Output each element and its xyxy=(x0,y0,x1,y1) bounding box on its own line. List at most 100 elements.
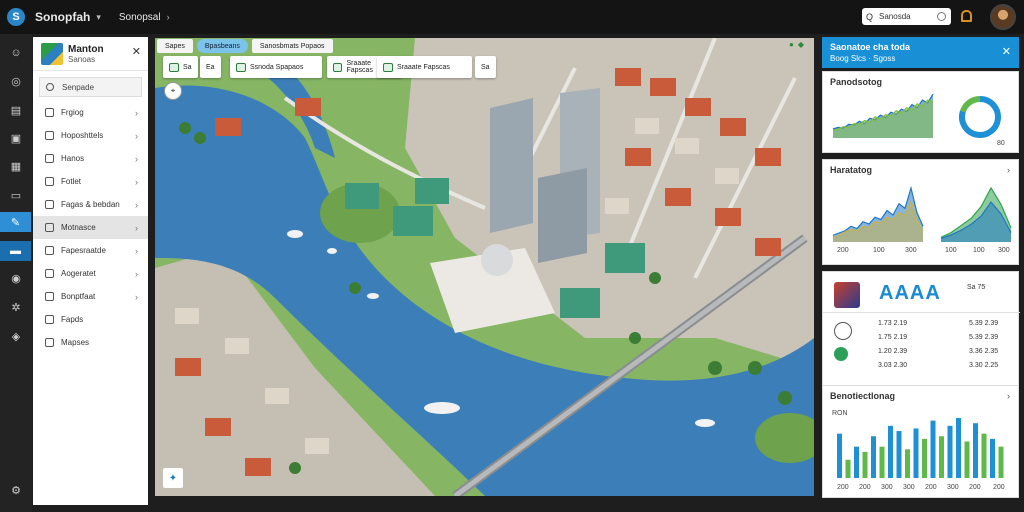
side-header: Manton Sanoas ✕ xyxy=(33,37,148,71)
tag-icon xyxy=(383,62,393,72)
close-icon[interactable]: ✕ xyxy=(1002,45,1011,58)
tab-sapes[interactable]: Sapes xyxy=(157,39,193,53)
toolbar-button-2[interactable]: Ea xyxy=(200,56,221,78)
divider xyxy=(823,312,1020,313)
gear-icon[interactable]: ✲ xyxy=(5,297,27,317)
sidebar-item-label: Bonptfaat xyxy=(61,292,96,301)
sidebar-item[interactable]: Aogeratet › xyxy=(33,262,148,285)
map-icon[interactable]: ✎ xyxy=(0,212,31,232)
sidebar-item[interactable]: Fapds xyxy=(33,308,148,331)
grid-icon xyxy=(333,62,343,72)
sidebar-item-label: Fagas & bebdan xyxy=(61,200,120,209)
hotel-icon xyxy=(45,131,54,140)
sidebar-item-active[interactable]: Motnasce › xyxy=(33,216,148,239)
bar xyxy=(871,436,876,478)
tick-label: 200 xyxy=(859,484,871,491)
toolbar-button-6[interactable]: Sa xyxy=(475,56,496,78)
chevron-right-icon: › xyxy=(135,176,138,187)
chevron-right-icon: › xyxy=(135,130,138,141)
search-input[interactable] xyxy=(879,12,938,21)
market-chart xyxy=(832,185,1012,242)
stat-left: 3.03 2.30 xyxy=(878,362,908,369)
pin-icon[interactable]: ● xyxy=(789,40,794,49)
tick-label: 200 xyxy=(993,484,1005,491)
bar xyxy=(854,446,859,478)
clear-icon[interactable] xyxy=(937,12,947,21)
monitor-icon[interactable]: ▭ xyxy=(5,185,27,205)
sidebar-item[interactable]: Bonptfaat › xyxy=(33,285,148,308)
card-bars: Benotiectlonag › RON 200 200 300 300 200… xyxy=(822,385,1019,498)
search-box[interactable]: Q xyxy=(862,8,951,25)
chevron-right-icon[interactable]: › xyxy=(167,12,170,22)
locate-button[interactable]: ✦ xyxy=(163,468,183,488)
chevron-right-icon: › xyxy=(135,291,138,302)
compass-icon[interactable]: ⌖ xyxy=(164,82,182,100)
sidebar-item-label: Motnasce xyxy=(61,223,96,232)
tick-label: 300 xyxy=(903,484,915,491)
sidebar-item[interactable]: Hoposhttels › xyxy=(33,124,148,147)
toolbar-button-3[interactable]: Ssnoda Spapaos xyxy=(230,56,322,78)
bar xyxy=(973,423,978,478)
chevron-right-icon: › xyxy=(135,245,138,256)
org-logo-icon xyxy=(41,42,63,65)
stat-right: 5.39 2.39 xyxy=(969,334,999,341)
sidebar-item[interactable]: Mapses xyxy=(33,331,148,354)
tick-label: 300 xyxy=(947,484,959,491)
side-panel: Manton Sanoas ✕ Senpade Frgiog › Hoposhtt… xyxy=(33,37,148,505)
sidebar-item-label: Fapds xyxy=(61,315,84,324)
shield-icon[interactable]: ◈ xyxy=(5,326,27,346)
tick-label: 200 xyxy=(837,247,849,254)
tick-label: 200 xyxy=(925,484,937,491)
status-icon xyxy=(834,347,848,361)
sidebar-item[interactable]: Frgiog › xyxy=(33,101,148,124)
toolbar-label: Sa xyxy=(183,63,192,71)
close-icon[interactable]: ✕ xyxy=(132,45,141,58)
shield-icon[interactable]: ◆ xyxy=(798,40,804,49)
chevron-right-icon: › xyxy=(135,268,138,279)
stat-right: 3.30 2.25 xyxy=(969,362,999,369)
donut-slice-1 xyxy=(960,96,981,113)
settings-icon xyxy=(45,338,54,347)
top-menu[interactable]: Sonopsal xyxy=(119,12,161,23)
sidebar-item[interactable]: Hanos › xyxy=(33,147,148,170)
stat-left: 1.73 2.19 xyxy=(878,320,908,327)
notification-banner: Saonatoe cha toda Boog Slcs · Sgoss ✕ xyxy=(822,37,1019,68)
sidebar-item[interactable]: Fotlet › xyxy=(33,170,148,193)
toolbar-button-5[interactable]: Sraaate Fapscas xyxy=(377,56,472,78)
document-icon[interactable]: ▣ xyxy=(5,128,27,148)
sidebar-item[interactable]: Fagas & bebdan › xyxy=(33,193,148,216)
report-icon[interactable]: ▤ xyxy=(5,100,27,120)
bar xyxy=(990,438,995,478)
chevron-right-icon: › xyxy=(135,107,138,118)
top-bar: S Sonopfah ▾ Sonopsal › Q xyxy=(0,0,1024,34)
chevron-down-icon[interactable]: ▾ xyxy=(96,12,101,23)
bar xyxy=(837,433,842,478)
map-top-icons: ● ◆ xyxy=(789,40,804,49)
layers-icon[interactable]: ▬ xyxy=(0,241,31,261)
org-sub: Sanoas xyxy=(68,54,96,64)
stat-right: 3.36 2.35 xyxy=(969,348,999,355)
stat-left: 1.20 2.39 xyxy=(878,348,908,355)
city-map[interactable]: Sapes Bpasbeans Sanosbmats Popaos Sa Ea … xyxy=(155,38,814,496)
tick-label: 100 xyxy=(945,247,957,254)
layers-icon xyxy=(45,223,54,232)
tick-label: 300 xyxy=(905,247,917,254)
avatar[interactable] xyxy=(990,4,1016,30)
home-icon[interactable]: ☺ xyxy=(5,43,27,63)
sidebar-item[interactable]: Fapesraatde › xyxy=(33,239,148,262)
settings-icon[interactable]: ⚙ xyxy=(5,480,27,500)
tick-label: 200 xyxy=(837,484,849,491)
bell-icon[interactable] xyxy=(961,10,972,22)
tab-active[interactable]: Bpasbeans xyxy=(196,39,248,53)
side-search[interactable]: Senpade xyxy=(39,77,142,97)
calendar-icon[interactable]: ▦ xyxy=(5,156,27,176)
sidebar-item-label: Fotlet xyxy=(61,177,82,186)
app-logo-icon[interactable]: S xyxy=(7,8,25,26)
toolbar-button-1[interactable]: Sa xyxy=(163,56,198,78)
tab-sanosbmats[interactable]: Sanosbmats Popaos xyxy=(251,39,333,53)
tick-label: 100 xyxy=(973,247,985,254)
chat-icon[interactable]: ◎ xyxy=(5,71,27,91)
alert-icon[interactable]: ◉ xyxy=(5,268,27,288)
notification-title: Saonatoe cha toda xyxy=(830,42,911,52)
map-canvas xyxy=(155,38,814,496)
